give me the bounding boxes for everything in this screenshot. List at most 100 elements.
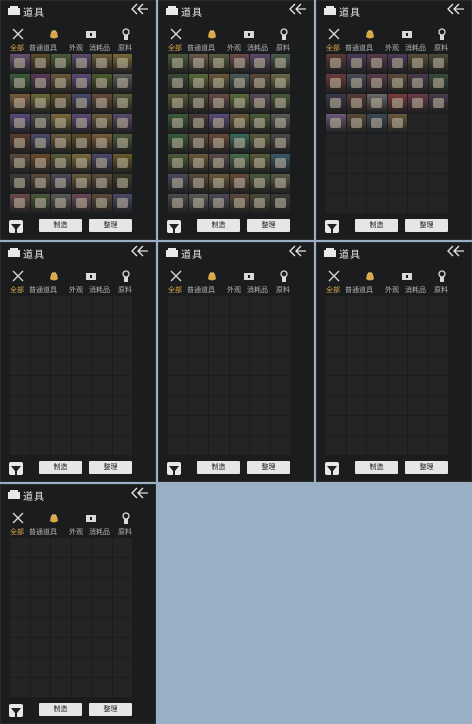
close-icon[interactable] [12,270,24,282]
close-icon[interactable] [170,28,182,40]
inventory-slot[interactable] [209,54,229,73]
inventory-slot[interactable] [209,174,229,193]
inventory-slot[interactable] [30,134,50,153]
sort-button[interactable]: 整理 [89,219,132,232]
craft-button[interactable]: 制造 [197,219,240,232]
inventory-slot[interactable] [51,154,71,173]
tab-all[interactable]: 全部 [10,43,24,53]
filter-button[interactable] [9,462,23,475]
tab-materials[interactable]: 原料 [118,527,132,537]
inventory-slot[interactable] [428,74,448,93]
inventory-slot[interactable] [387,74,407,93]
filter-button[interactable] [167,220,181,233]
tab-materials[interactable]: 原料 [434,43,448,53]
craft-button[interactable]: 制造 [39,703,82,716]
inventory-slot[interactable] [51,94,71,113]
craft-button[interactable]: 制造 [197,461,240,474]
inventory-slot[interactable] [71,174,91,193]
inventory-slot[interactable] [10,114,30,133]
inventory-slot[interactable] [92,94,112,113]
inventory-slot[interactable] [51,174,71,193]
inventory-slot[interactable] [387,94,407,113]
inventory-slot[interactable] [112,134,132,153]
inventory-slot[interactable] [10,134,30,153]
filter-button[interactable] [9,704,23,717]
tab-all[interactable]: 全部 [168,43,182,53]
inventory-slot[interactable] [92,154,112,173]
inventory-slot[interactable] [188,134,208,153]
tab-common-items[interactable]: 普通道具 [187,285,215,295]
inventory-slot[interactable] [71,114,91,133]
sort-button[interactable]: 整理 [247,219,290,232]
inventory-slot[interactable] [229,194,249,213]
inventory-slot[interactable] [326,74,346,93]
inventory-slot[interactable] [92,74,112,93]
tab-all[interactable]: 全部 [168,285,182,295]
badge-icon[interactable] [278,270,290,282]
inventory-slot[interactable] [229,94,249,113]
back-arrow-icon[interactable] [129,487,149,499]
pouch-icon[interactable] [206,28,218,40]
chest-icon[interactable] [243,28,255,40]
inventory-slot[interactable] [30,194,50,213]
tab-materials[interactable]: 原料 [118,285,132,295]
inventory-slot[interactable] [51,74,71,93]
inventory-slot[interactable] [270,74,290,93]
chest-icon[interactable] [85,270,97,282]
tab-appearance[interactable]: 外观 [69,43,83,53]
tab-consumables[interactable]: 消耗品 [89,285,110,295]
tab-materials[interactable]: 原料 [276,43,290,53]
pouch-icon[interactable] [364,28,376,40]
inventory-slot[interactable] [168,54,188,73]
close-icon[interactable] [328,28,340,40]
tab-consumables[interactable]: 消耗品 [405,43,426,53]
chest-icon[interactable] [243,270,255,282]
inventory-slot[interactable] [92,194,112,213]
inventory-slot[interactable] [367,54,387,73]
inventory-slot[interactable] [346,114,366,133]
tab-all[interactable]: 全部 [10,527,24,537]
pouch-icon[interactable] [48,28,60,40]
inventory-slot[interactable] [188,74,208,93]
inventory-slot[interactable] [168,74,188,93]
close-icon[interactable] [12,512,24,524]
inventory-slot[interactable] [188,54,208,73]
inventory-slot[interactable] [112,74,132,93]
back-arrow-icon[interactable] [287,3,307,15]
inventory-slot[interactable] [250,94,270,113]
badge-icon[interactable] [278,28,290,40]
inventory-slot[interactable] [250,174,270,193]
badge-icon[interactable] [120,28,132,40]
inventory-slot[interactable] [209,194,229,213]
chest-icon[interactable] [85,512,97,524]
back-arrow-icon[interactable] [129,245,149,257]
inventory-slot[interactable] [250,74,270,93]
tab-materials[interactable]: 原料 [276,285,290,295]
inventory-slot[interactable] [112,194,132,213]
inventory-slot[interactable] [209,74,229,93]
craft-button[interactable]: 制造 [355,461,398,474]
inventory-slot[interactable] [367,114,387,133]
inventory-slot[interactable] [229,134,249,153]
sort-button[interactable]: 整理 [405,219,448,232]
badge-icon[interactable] [436,270,448,282]
filter-button[interactable] [325,220,339,233]
inventory-slot[interactable] [10,194,30,213]
inventory-slot[interactable] [30,74,50,93]
tab-consumables[interactable]: 消耗品 [89,43,110,53]
tab-consumables[interactable]: 消耗品 [405,285,426,295]
inventory-slot[interactable] [168,114,188,133]
inventory-slot[interactable] [10,54,30,73]
inventory-slot[interactable] [188,114,208,133]
inventory-slot[interactable] [250,194,270,213]
tab-appearance[interactable]: 外观 [69,285,83,295]
inventory-slot[interactable] [10,154,30,173]
inventory-slot[interactable] [250,154,270,173]
close-icon[interactable] [12,28,24,40]
tab-appearance[interactable]: 外观 [227,285,241,295]
inventory-slot[interactable] [229,54,249,73]
inventory-slot[interactable] [92,134,112,153]
sort-button[interactable]: 整理 [89,461,132,474]
inventory-slot[interactable] [326,94,346,113]
inventory-slot[interactable] [270,154,290,173]
